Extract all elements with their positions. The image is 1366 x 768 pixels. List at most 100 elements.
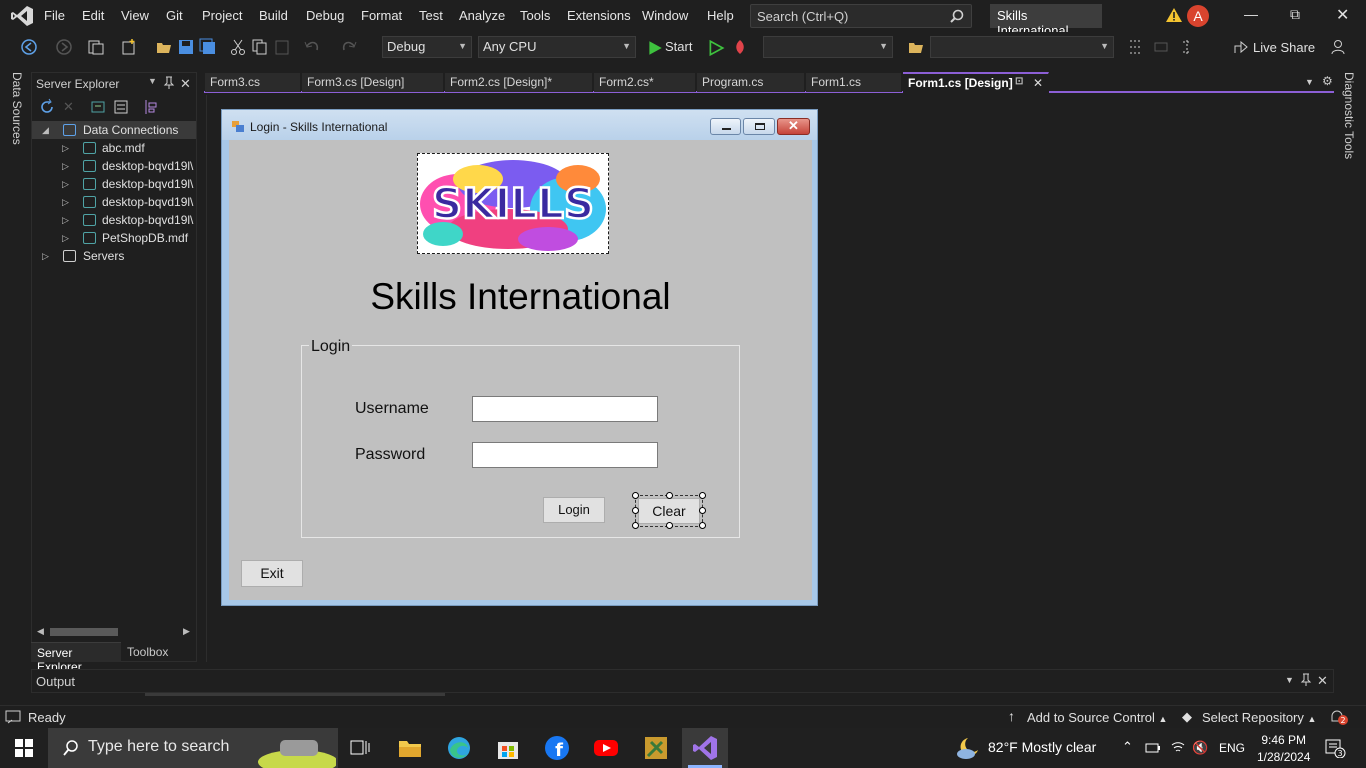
form-minimize-button[interactable] [710,118,741,135]
menu-build[interactable]: Build [259,8,288,23]
connect-database-icon[interactable] [89,98,107,116]
feedback-icon[interactable] [1330,38,1348,56]
open-file-icon[interactable] [155,38,173,56]
live-share-button[interactable]: Live Share [1253,40,1315,55]
tree-item-petshopdb[interactable]: ▷ PetShopDB.mdf [62,229,196,247]
chevron-up-icon[interactable]: ⌃ [1122,739,1133,755]
chevron-down-icon[interactable]: ▼ [148,76,157,86]
menu-edit[interactable]: Edit [82,8,104,23]
live-share-icon[interactable] [1232,38,1250,56]
menu-file[interactable]: File [44,8,65,23]
tab-form1-design[interactable]: Form1.cs [Design] ⊡ ✕ [903,72,1049,93]
data-sources-tab[interactable]: Data Sources [8,72,24,145]
menu-extensions[interactable]: Extensions [567,8,631,23]
taskbar-search-input[interactable]: Type here to search [48,728,338,768]
minimize-icon[interactable]: — [1244,6,1258,22]
browse-folder-icon[interactable] [907,38,925,56]
tab-form2-design[interactable]: Form2.cs [Design]* [445,73,593,92]
form-maximize-button[interactable] [743,118,775,135]
warning-icon[interactable] [1165,7,1183,23]
solution-name[interactable]: Skills International [990,4,1102,38]
resize-handle[interactable] [699,522,706,529]
format-icon[interactable] [1152,38,1170,56]
resize-handle[interactable] [632,507,639,514]
action-center-icon[interactable]: 3 [1324,738,1346,758]
collapsed-arrow-icon[interactable]: ▷ [62,175,69,193]
resize-handle[interactable] [699,492,706,499]
diagnostic-tools-tab[interactable]: Diagnostic Tools [1342,72,1356,159]
restore-icon[interactable]: ⧉ [1290,6,1300,23]
start-button[interactable]: Start [665,39,692,54]
file-explorer-icon[interactable] [396,734,424,762]
resize-handle[interactable] [666,522,673,529]
close-icon[interactable]: ✕ [1317,673,1328,689]
weather-moon-icon[interactable] [954,736,980,760]
resize-handle[interactable] [699,507,706,514]
menu-window[interactable]: Window [642,8,688,23]
start-without-debugging-icon[interactable] [707,39,725,57]
tab-form2-cs[interactable]: Form2.cs* [594,73,696,92]
undo-icon[interactable] [303,38,321,56]
start-debugging-icon[interactable] [646,39,664,57]
menu-help[interactable]: Help [707,8,734,23]
save-icon[interactable] [177,38,195,56]
scroll-right-icon[interactable]: ▶ [183,626,190,637]
scroll-left-icon[interactable]: ◀ [37,626,44,637]
chevron-down-icon[interactable]: ▼ [1285,675,1294,685]
windows-start-icon[interactable] [15,739,33,757]
find-combo-select[interactable]: ▼ [930,36,1114,58]
stop-refresh-icon[interactable]: ✕ [63,99,74,115]
new-project-icon[interactable] [120,38,138,56]
menu-debug[interactable]: Debug [306,8,344,23]
tab-form3-cs[interactable]: Form3.cs [205,73,301,92]
tree-item-desktop-connection-3[interactable]: ▷ desktop-bqvd19l\ [62,193,196,211]
configuration-select[interactable]: Debug ▼ [382,36,472,58]
visual-studio-taskbar-icon[interactable] [691,734,719,762]
menu-analyze[interactable]: Analyze [459,8,505,23]
taskbar-clock[interactable]: 9:46 PM 1/28/2024 [1257,732,1310,766]
collapsed-arrow-icon[interactable]: ▷ [62,193,69,211]
exit-button[interactable]: Exit [241,560,303,587]
username-field[interactable] [472,396,658,422]
connect-server-icon[interactable] [112,98,130,116]
collapsed-arrow-icon[interactable]: ▷ [42,247,49,265]
resize-handle[interactable] [632,522,639,529]
select-repository[interactable]: Select Repository ▲ [1202,710,1316,725]
pin-tab-icon[interactable]: ⊡ [1015,76,1023,87]
tab-server-explorer[interactable]: Server Explorer [31,642,121,674]
horizontal-scrollbar-thumb[interactable] [50,628,118,636]
navigate-back-icon[interactable] [20,38,38,56]
cut-icon[interactable] [229,38,247,56]
tab-list-dropdown-icon[interactable]: ▼ [1305,77,1314,87]
tab-form1-cs[interactable]: Form1.cs [806,73,902,92]
hot-reload-icon[interactable] [731,38,749,56]
collapsed-arrow-icon[interactable]: ▷ [62,211,69,229]
redo-icon[interactable] [340,38,358,56]
menu-format[interactable]: Format [361,8,402,23]
add-to-source-control[interactable]: Add to Source Control ▲ [1027,710,1167,725]
wifi-icon[interactable] [1170,740,1186,754]
close-tab-icon[interactable]: ✕ [1033,76,1043,90]
collapsed-arrow-icon[interactable]: ▷ [62,157,69,175]
input-language[interactable]: ENG [1219,741,1245,755]
copy-icon[interactable] [251,38,269,56]
save-all-icon[interactable] [199,38,217,56]
pin-icon[interactable] [1300,673,1312,687]
paste-icon[interactable] [273,38,291,56]
refresh-icon[interactable] [38,98,56,116]
output-title[interactable]: Output [36,674,75,689]
menu-test[interactable]: Test [419,8,443,23]
platform-select[interactable]: Any CPU ▼ [478,36,636,58]
pin-icon[interactable] [163,76,175,90]
menu-git[interactable]: Git [166,8,183,23]
azure-icon[interactable] [143,98,159,116]
search-input[interactable]: Search (Ctrl+Q) [750,4,972,28]
collapsed-arrow-icon[interactable]: ▷ [62,139,69,157]
resize-handle[interactable] [632,492,639,499]
logo-picture-box[interactable]: SKILLS [417,153,609,254]
battery-icon[interactable] [1145,741,1161,755]
account-avatar[interactable]: A [1187,5,1209,27]
align-icon[interactable] [1126,38,1144,56]
tree-item-servers[interactable]: ▷ Servers [42,247,192,265]
edge-browser-icon[interactable] [445,734,473,762]
